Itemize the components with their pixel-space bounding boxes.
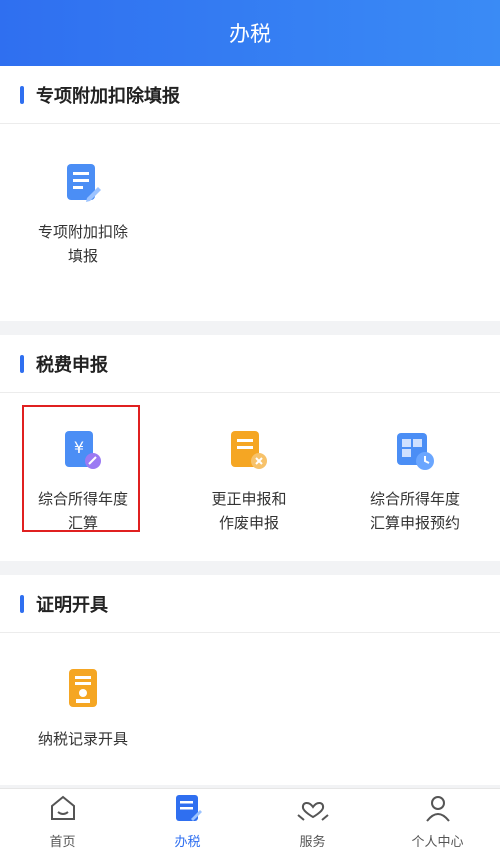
service-heart-icon [296,793,330,827]
title-accent-bar [20,354,24,373]
tile-label: 专项附加扣除 填报 [37,223,128,265]
section-title: 税费申报 [0,335,500,393]
section-certificate: 证明开具 纳税记录开具 [0,575,500,785]
section-title-label: 证明开具 [36,594,108,616]
user-icon [423,793,453,827]
settlement-appointment-tile[interactable]: 综合所得年度 汇算申报预约 [332,429,498,535]
doc-cancel-icon [229,429,269,475]
tile-label: 纳税记录开具 [37,730,128,748]
section-special-deduction: 专项附加扣除填报 专项附加扣除 填报 [0,66,500,321]
title-accent-bar [20,594,24,613]
tax-record-tile[interactable]: 纳税记录开具 [0,667,166,751]
tile-label: 综合所得年度 汇算申报预约 [369,490,460,532]
tab-label: 个人中心 [411,835,464,850]
tab-label: 服务 [299,835,326,850]
highlight-box [22,405,140,532]
tab-service[interactable]: 服务 [250,789,375,856]
certificate-icon [65,667,101,715]
tab-profile[interactable]: 个人中心 [375,789,500,856]
correct-void-declaration-tile[interactable]: 更正申报和 作废申报 [166,429,332,535]
tab-label: 办税 [174,835,201,850]
calendar-clock-icon [395,429,435,475]
tab-home[interactable]: 首页 [0,789,125,856]
tax-doc-icon [173,793,203,827]
special-deduction-tile[interactable]: 专项附加扣除 填报 [0,162,166,268]
home-icon [48,793,78,827]
bottom-tab-bar: 首页 办税 服务 个人中心 [0,788,500,856]
section-title-label: 税费申报 [36,354,108,376]
title-accent-bar [20,85,24,104]
page-title: 办税 [229,22,271,46]
tile-label: 更正申报和 作废申报 [211,490,287,532]
tab-label: 首页 [49,835,76,850]
section-title-label: 专项附加扣除填报 [36,85,180,107]
form-edit-icon [65,162,101,208]
tab-tax[interactable]: 办税 [125,789,250,856]
app-header: 办税 [0,0,500,66]
section-title: 证明开具 [0,575,500,633]
section-title: 专项附加扣除填报 [0,66,500,124]
